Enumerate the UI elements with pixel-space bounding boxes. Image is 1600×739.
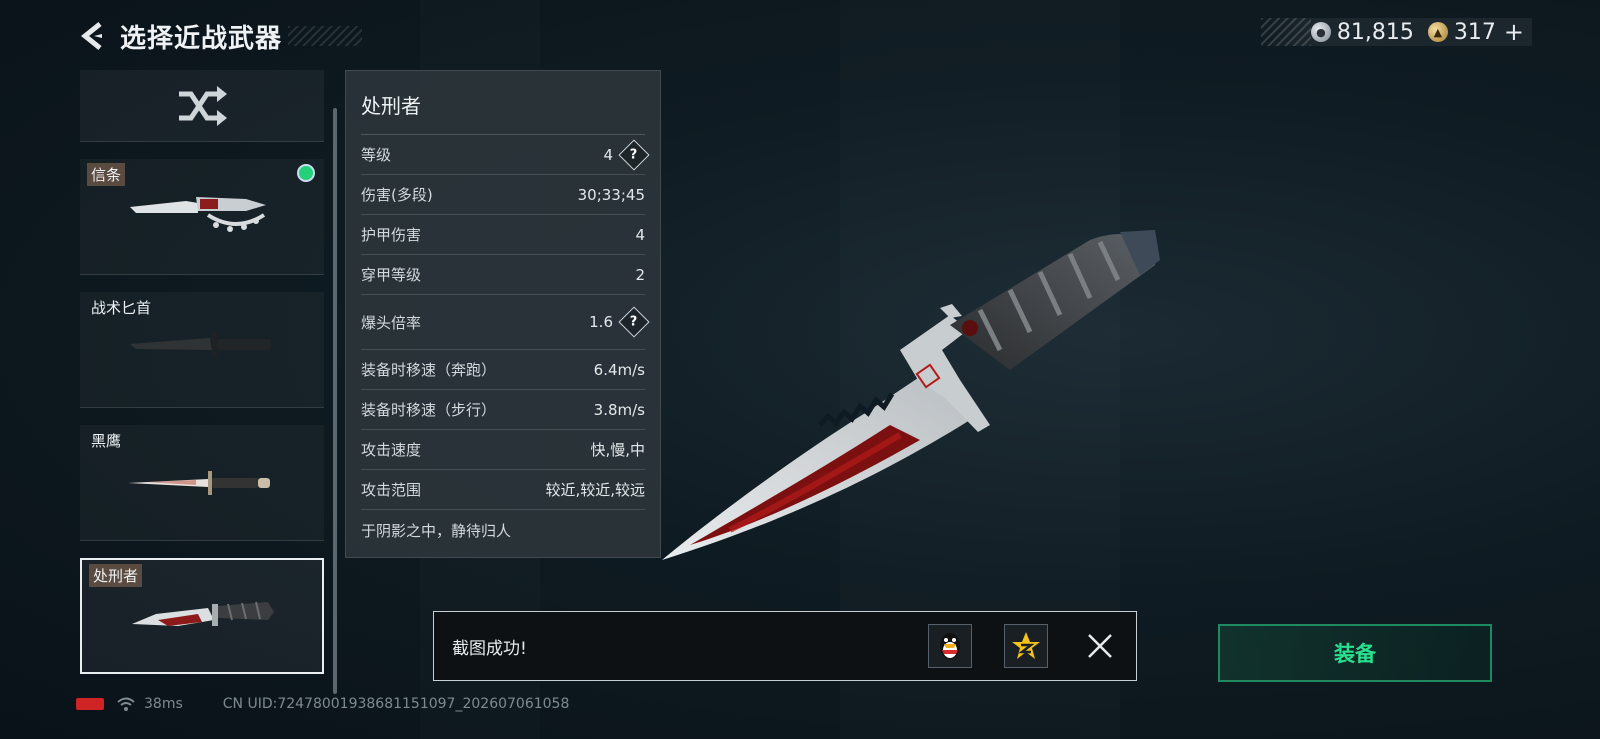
help-icon[interactable]: ? xyxy=(618,138,650,171)
currency-bar: ● 81,815 ▲ 317 + xyxy=(1260,18,1532,46)
qzone-star-icon xyxy=(1012,632,1040,659)
equipped-indicator xyxy=(297,164,315,182)
weapon-name: 信条 xyxy=(87,163,126,186)
currency-decoration xyxy=(1260,18,1311,46)
stat-label: 等级 xyxy=(361,146,392,164)
add-currency-button[interactable]: + xyxy=(1504,18,1524,46)
weapon-card-xintiao[interactable]: 信条 xyxy=(80,159,324,275)
qq-penguin-icon xyxy=(940,633,960,659)
back-button[interactable] xyxy=(78,19,108,53)
back-arrow-icon xyxy=(80,22,102,50)
stat-row-penetration: 穿甲等级 2 xyxy=(361,255,645,295)
stat-value: 3.8m/s xyxy=(593,400,645,419)
stat-row-level: 等级 4 ? xyxy=(361,135,650,175)
weapon-thumbnail-executioner xyxy=(132,601,274,626)
stat-label: 爆头倍率 xyxy=(361,313,422,332)
weapon-thumbnail-tactical-dagger xyxy=(130,332,271,358)
stat-row-attack-range: 攻击范围 较近,较近,较远 xyxy=(361,470,645,510)
weapon-card-black-hawk[interactable]: 黑鹰 xyxy=(80,425,324,541)
stat-value: 快,慢,中 xyxy=(590,441,645,459)
gold-coin-icon: ▲ xyxy=(1427,22,1448,42)
stat-value-text: 4 xyxy=(603,145,613,164)
stat-label: 护甲伤害 xyxy=(361,226,422,244)
weapon-description: 于阴影之中，静待归人 xyxy=(361,522,512,540)
gold-coin-value: 317 xyxy=(1453,19,1496,45)
weapon-card-tactical-dagger[interactable]: 战术匕首 xyxy=(80,292,324,408)
stat-label: 攻击速度 xyxy=(361,441,422,459)
random-weapon-button[interactable] xyxy=(80,70,324,142)
stat-value: 较近,较近,较远 xyxy=(545,481,645,499)
weapon-name: 黑鹰 xyxy=(91,432,122,450)
status-bar: 38ms CN UID:7247800193868115109​7_202607… xyxy=(76,694,569,714)
page-title: 选择近战武器 xyxy=(120,23,283,54)
wifi-icon xyxy=(117,697,135,711)
list-scrollbar[interactable] xyxy=(333,108,337,694)
help-glyph: ? xyxy=(630,146,638,162)
stat-label: 穿甲等级 xyxy=(361,266,422,284)
stat-row-damage: 伤害(多段) 30;33;45 xyxy=(361,175,645,215)
header: 选择近战武器 xyxy=(78,16,363,56)
weapon-preview[interactable] xyxy=(650,220,1170,574)
shuffle-icon xyxy=(179,85,227,126)
executioner-knife-render xyxy=(662,230,1160,560)
stat-value: 4 xyxy=(635,225,645,244)
stat-row-armor-damage: 护甲伤害 4 xyxy=(361,215,645,255)
stat-label: 装备时移速（奔跑） xyxy=(361,361,497,379)
ping-readout: 38ms xyxy=(144,696,183,712)
weapon-thumbnail-black-hawk xyxy=(128,471,270,495)
weapon-stats-panel: 处刑者 等级 4 ? 伤害(多段) 30;33;45 护甲伤害 4 穿甲等级 2… xyxy=(345,70,661,558)
stat-value: 6.4m/s xyxy=(593,360,645,379)
help-glyph: ? xyxy=(630,314,638,330)
stat-value: 1.6 ? xyxy=(589,306,650,338)
weapon-thumbnail-xintiao xyxy=(130,197,266,232)
screenshot-toast: 截图成功! xyxy=(433,611,1137,681)
help-icon[interactable]: ? xyxy=(618,306,650,338)
stats-title: 处刑者 xyxy=(361,71,645,135)
player-uid: CN UID:7247800193868115109​7_20260706105… xyxy=(222,696,570,712)
stat-value: 2 xyxy=(635,265,645,284)
weapon-name: 处刑者 xyxy=(89,564,143,587)
equip-button[interactable]: 装备 xyxy=(1218,624,1492,682)
stat-row-attack-speed: 攻击速度 快,慢,中 xyxy=(361,430,645,470)
stat-value-text: 1.6 xyxy=(589,313,613,331)
close-icon xyxy=(1088,634,1112,658)
stat-row-headshot: 爆头倍率 1.6 ? xyxy=(361,295,650,350)
stat-value: 30;33;45 xyxy=(577,185,645,204)
weapon-list: 信条 战术匕首 黑鹰 处刑者 xyxy=(80,70,324,674)
toast-message: 截图成功! xyxy=(452,638,527,659)
share-qzone-button[interactable] xyxy=(1004,624,1048,668)
share-qq-button[interactable] xyxy=(928,624,972,668)
close-toast-button[interactable] xyxy=(1080,626,1120,666)
stat-label: 攻击范围 xyxy=(361,481,422,499)
silver-coin-icon: ● xyxy=(1310,22,1331,42)
weapon-card-executioner[interactable]: 处刑者 xyxy=(80,558,324,674)
stat-value: 4 ? xyxy=(603,138,650,171)
silver-coin-value: 81,815 xyxy=(1336,19,1414,45)
weapon-name: 战术匕首 xyxy=(91,299,152,317)
stat-row-walk-speed: 装备时移速（步行） 3.8m/s xyxy=(361,390,645,430)
stat-label: 伤害(多段) xyxy=(361,186,433,204)
stat-label: 装备时移速（步行） xyxy=(361,401,497,419)
title-decoration xyxy=(288,26,363,46)
battery-icon xyxy=(76,698,104,710)
stat-row-run-speed: 装备时移速（奔跑） 6.4m/s xyxy=(361,350,645,390)
